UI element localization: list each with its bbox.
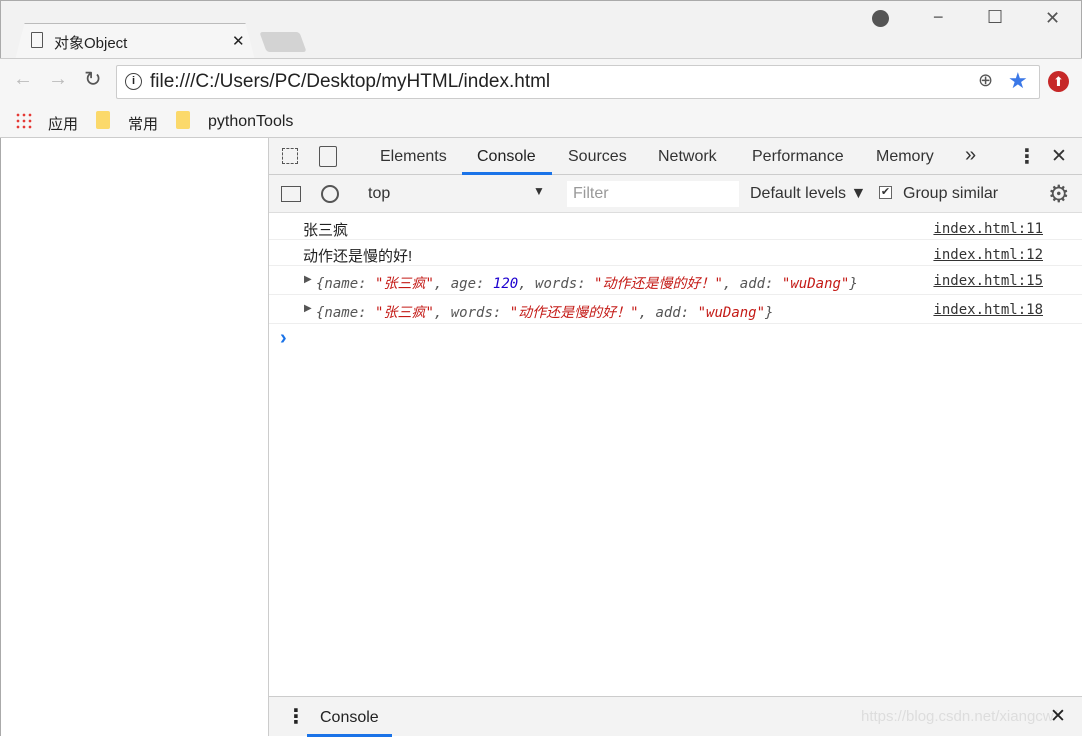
inspect-icon[interactable] (282, 148, 298, 164)
forward-icon[interactable]: → (48, 68, 68, 91)
page-icon (31, 32, 43, 48)
object-key: , add: (722, 276, 782, 292)
tab-sources[interactable]: Sources (568, 148, 627, 166)
tab-title: 对象Object (54, 35, 128, 52)
close-window-button[interactable]: ✕ (1045, 8, 1060, 29)
tab-elements[interactable]: Elements (380, 148, 447, 166)
group-similar-label: Group similar (903, 185, 999, 202)
minimize-button[interactable]: − (933, 7, 944, 28)
number-value: 120 (492, 276, 519, 292)
source-link[interactable]: index.html:11 (933, 221, 1043, 237)
drawer-menu-icon[interactable]: ⋮ (286, 704, 306, 729)
filter-placeholder: Filter (573, 185, 609, 202)
back-icon[interactable]: ← (13, 68, 33, 91)
object-key: , add: (638, 305, 698, 321)
console-message-object[interactable]: ▶ {name: "张三疯", words: "动作还是慢的好！", add: … (269, 295, 1082, 324)
folder-icon (96, 111, 110, 129)
clear-console-icon[interactable] (321, 185, 339, 203)
devtools-tabbar: Elements Console Sources Network Perform… (269, 138, 1082, 175)
profile-icon[interactable] (872, 10, 889, 27)
object-preview[interactable]: {name: "张三疯", age: 120, words: "动作还是慢的好！… (316, 273, 858, 293)
maximize-button[interactable]: ☐ (987, 7, 1003, 28)
filter-input[interactable]: Filter (567, 181, 739, 207)
reload-icon[interactable]: ↻ (84, 67, 102, 92)
string-value: "wuDang" (697, 305, 766, 321)
group-similar-checkbox[interactable]: ✔ (879, 186, 892, 199)
drawer-tab-console[interactable]: Console (320, 709, 379, 727)
close-devtools-icon[interactable]: ✕ (1051, 145, 1067, 168)
object-key: , words: (433, 305, 510, 321)
expand-triangle-icon[interactable]: ▶ (304, 274, 312, 285)
page-viewport (0, 138, 268, 736)
new-tab-button[interactable] (259, 32, 307, 52)
device-toolbar-icon[interactable] (319, 146, 337, 167)
log-text: 动作还是慢的好! (303, 248, 413, 265)
levels-dropdown[interactable]: Default levels ▼ (750, 185, 866, 203)
tab-performance[interactable]: Performance (752, 148, 844, 166)
tab-close-icon[interactable]: ✕ (232, 32, 245, 50)
settings-gear-icon[interactable]: ⚙ (1048, 180, 1070, 209)
chevron-down-icon[interactable]: ▼ (533, 184, 545, 198)
tab-memory[interactable]: Memory (876, 148, 934, 166)
object-key: , age: (433, 276, 493, 292)
console-message: 动作还是慢的好! index.html:12 (269, 240, 1082, 266)
title-bar: 对象Object ✕ − ☐ ✕ (0, 0, 1082, 60)
extension-icon[interactable]: ⬆ (1048, 71, 1069, 92)
url-text[interactable]: file:///C:/Users/PC/Desktop/myHTML/index… (150, 71, 550, 93)
close-drawer-icon[interactable]: ✕ (1050, 705, 1066, 728)
console-toolbar: top ▼ Filter Default levels ▼ ✔ Group si… (269, 175, 1082, 213)
more-tabs-icon[interactable]: » (965, 144, 976, 167)
tab-network[interactable]: Network (658, 148, 717, 166)
string-value: "wuDang" (781, 276, 850, 292)
watermark: https://blog.csdn.net/xiangcw/ (861, 708, 1058, 725)
tab-console[interactable]: Console (477, 148, 536, 166)
object-key: } (849, 276, 858, 292)
log-text: 张三疯 (303, 222, 349, 239)
string-value: "张三疯" (375, 305, 434, 321)
apps-icon[interactable] (15, 112, 32, 129)
bookmark-pythontools[interactable]: pythonTools (208, 113, 293, 131)
bookmarks-bar: 应用 常用 pythonTools (0, 104, 1082, 138)
address-bar[interactable]: i file:///C:/Users/PC/Desktop/myHTML/ind… (116, 65, 1040, 99)
tab-active[interactable] (15, 23, 255, 60)
expand-triangle-icon[interactable]: ▶ (304, 303, 312, 314)
object-key: } (765, 305, 774, 321)
object-preview[interactable]: {name: "张三疯", words: "动作还是慢的好！", add: "w… (316, 302, 773, 322)
bookmark-apps[interactable]: 应用 (48, 113, 78, 134)
console-prompt-icon[interactable]: › (280, 327, 287, 350)
object-key: {name: (316, 276, 376, 292)
sidebar-toggle-icon[interactable] (281, 186, 301, 202)
source-link[interactable]: index.html:18 (933, 302, 1043, 318)
bookmark-star-icon[interactable]: ★ (1008, 68, 1028, 94)
console-message: 张三疯 index.html:11 (269, 214, 1082, 240)
object-key: , words: (518, 276, 595, 292)
source-link[interactable]: index.html:15 (933, 273, 1043, 289)
string-value: "动作还是慢的好！" (509, 305, 639, 321)
menu-kebab-icon[interactable]: ⋮ (1017, 144, 1037, 169)
drawer-bar: ⋮ Console https://blog.csdn.net/xiangcw/… (269, 696, 1082, 737)
info-icon: i (125, 73, 142, 90)
string-value: "张三疯" (375, 276, 434, 292)
object-key: {name: (316, 305, 376, 321)
console-message-object[interactable]: ▶ {name: "张三疯", age: 120, words: "动作还是慢的… (269, 266, 1082, 295)
string-value: "动作还是慢的好！" (594, 276, 723, 292)
bookmark-common[interactable]: 常用 (128, 113, 158, 134)
devtools-panel: Elements Console Sources Network Perform… (268, 138, 1082, 737)
zoom-icon[interactable]: ⊕ (978, 70, 993, 91)
context-select[interactable]: top (368, 185, 390, 203)
source-link[interactable]: index.html:12 (933, 247, 1043, 263)
folder-icon (176, 111, 190, 129)
